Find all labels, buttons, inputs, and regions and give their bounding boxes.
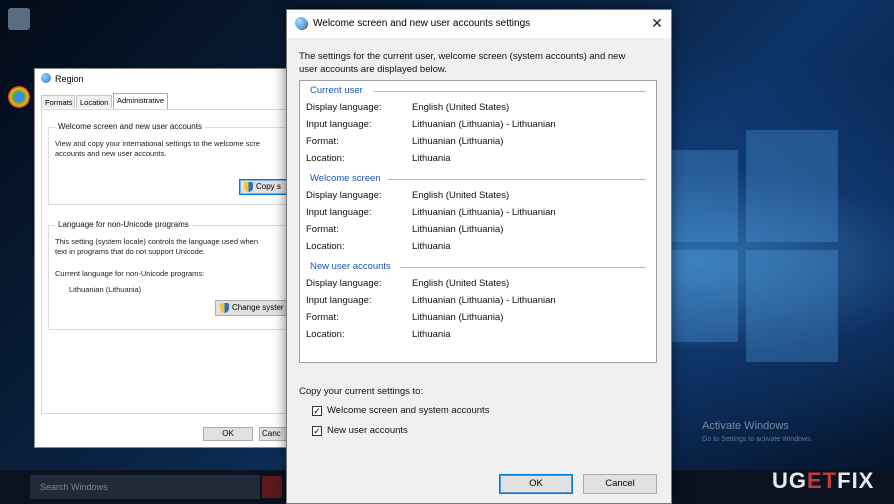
settings-summary-panel: Current user Display language: English (… — [299, 80, 657, 363]
row-label: Display language: — [306, 278, 382, 289]
region-dialog: Region Formats Location Administrative W… — [34, 68, 299, 448]
intro-line-1: The settings for the current user, welco… — [299, 51, 626, 62]
section-heading-current-user: Current user — [310, 85, 363, 96]
change-system-locale-label: Change syster — [232, 303, 284, 312]
row-label: Input language: — [306, 295, 372, 306]
new-user-accounts-checkbox[interactable]: ✓ — [312, 426, 322, 436]
row-value: English (United States) — [412, 102, 510, 113]
watermark-mid: ET — [807, 468, 838, 493]
row-value: Lithuania — [412, 329, 451, 340]
dialog-title: Welcome screen and new user accounts set… — [313, 18, 531, 29]
welcome-screen-settings-dialog: Welcome screen and new user accounts set… — [286, 9, 672, 504]
section-heading-welcome-screen: Welcome screen — [310, 173, 381, 184]
chrome-icon[interactable] — [8, 86, 30, 108]
row-label: Input language: — [306, 207, 372, 218]
copy-settings-button[interactable]: Copy s — [239, 179, 289, 195]
region-dialog-title: Region — [55, 74, 84, 84]
current-language-label: Current language for non-Unicode program… — [55, 269, 205, 278]
intro-line-2: user accounts are displayed below. — [299, 64, 447, 75]
windows-logo-pane — [668, 250, 738, 342]
ok-button[interactable]: OK — [499, 474, 573, 494]
welcome-screen-checkbox-label: Welcome screen and system accounts — [327, 405, 490, 416]
taskbar-app-icon[interactable] — [262, 476, 282, 498]
row-value: Lithuanian (Lithuania) — [412, 136, 504, 147]
activate-windows-title: Activate Windows — [702, 420, 789, 432]
tab-location[interactable]: Location — [76, 95, 112, 108]
row-value: Lithuania — [412, 153, 451, 164]
non-unicode-description-2: text in programs that do not support Uni… — [55, 247, 206, 256]
row-value: Lithuanian (Lithuania) — [412, 312, 504, 323]
section-heading-new-user-accounts: New user accounts — [310, 261, 391, 272]
row-label: Format: — [306, 312, 339, 323]
welcome-group-title: Welcome screen and new user accounts — [55, 122, 205, 131]
row-label: Input language: — [306, 119, 372, 130]
uac-shield-icon — [220, 303, 229, 313]
windows-logo-pane — [668, 150, 738, 242]
non-unicode-group-title: Language for non-Unicode programs — [55, 220, 192, 229]
activate-windows-subtitle: Go to Settings to activate Windows. — [702, 436, 813, 443]
row-label: Display language: — [306, 190, 382, 201]
section-divider — [374, 91, 646, 92]
row-label: Location: — [306, 241, 345, 252]
windows-logo-pane — [746, 250, 838, 362]
row-label: Location: — [306, 329, 345, 340]
non-unicode-description: This setting (system locale) controls th… — [55, 237, 259, 246]
globe-icon — [295, 17, 307, 29]
row-value: English (United States) — [412, 278, 510, 289]
row-label: Format: — [306, 136, 339, 147]
close-icon[interactable]: ✕ — [648, 14, 666, 32]
region-ok-button[interactable]: OK — [203, 427, 253, 441]
tab-formats[interactable]: Formats — [41, 95, 75, 108]
section-divider — [400, 267, 646, 268]
tab-administrative[interactable]: Administrative — [113, 93, 168, 109]
watermark-right: FIX — [837, 468, 875, 493]
welcome-screen-group: Welcome screen and new user accounts Vie… — [48, 122, 289, 205]
ugetfix-watermark-logo: UGETFIX — [772, 468, 874, 494]
copy-settings-to-label: Copy your current settings to: — [299, 386, 424, 397]
dialog-title-bar: Welcome screen and new user accounts set… — [287, 10, 671, 38]
row-value: Lithuanian (Lithuania) - Lithuanian — [412, 207, 556, 218]
globe-icon — [41, 73, 51, 83]
copy-settings-label: Copy s — [256, 182, 281, 191]
taskbar-search-box[interactable]: Search Windows — [30, 475, 260, 499]
welcome-screen-checkbox[interactable]: ✓ — [312, 406, 322, 416]
row-label: Format: — [306, 224, 339, 235]
new-user-accounts-checkbox-label: New user accounts — [327, 425, 408, 436]
row-value: Lithuania — [412, 241, 451, 252]
row-label: Location: — [306, 153, 345, 164]
recycle-bin-icon[interactable] — [8, 8, 30, 30]
row-value: Lithuanian (Lithuania) - Lithuanian — [412, 295, 556, 306]
current-language-value: Lithuanian (Lithuania) — [69, 285, 142, 294]
dialog-intro-text: The settings for the current user, welco… — [299, 50, 659, 76]
row-value: Lithuanian (Lithuania) - Lithuanian — [412, 119, 556, 130]
watermark-left: UG — [772, 468, 807, 493]
cancel-button[interactable]: Cancel — [583, 474, 657, 494]
welcome-group-description-2: accounts and new user accounts. — [55, 149, 167, 158]
change-system-locale-button[interactable]: Change syster — [215, 300, 289, 316]
uac-shield-icon — [244, 182, 253, 192]
welcome-group-description: View and copy your international setting… — [55, 139, 260, 148]
administrative-tab-panel: Welcome screen and new user accounts Vie… — [41, 109, 293, 414]
row-label: Display language: — [306, 102, 382, 113]
non-unicode-group: Language for non-Unicode programs This s… — [48, 220, 289, 330]
windows-logo-pane — [746, 130, 838, 242]
section-divider — [388, 179, 646, 180]
row-value: Lithuanian (Lithuania) — [412, 224, 504, 235]
row-value: English (United States) — [412, 190, 510, 201]
